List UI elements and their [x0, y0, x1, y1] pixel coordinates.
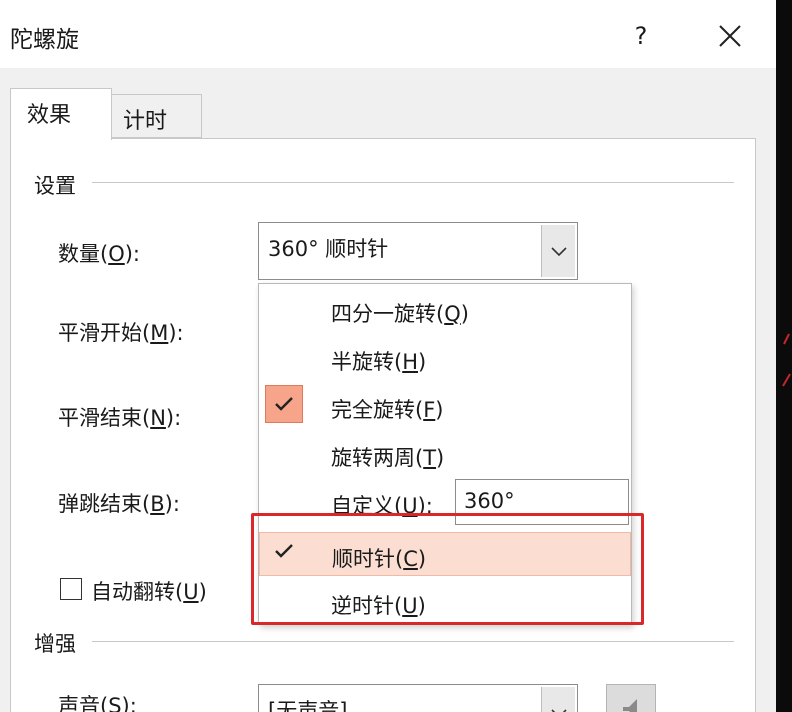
amount-label: 数量(O):	[58, 242, 141, 266]
close-icon	[719, 25, 741, 47]
annotation-highlight-box	[251, 513, 644, 625]
selected-check-box	[265, 385, 303, 423]
tab-effect[interactable]: 效果	[10, 88, 112, 140]
enhance-divider	[92, 641, 734, 642]
sound-dropdown-button[interactable]	[541, 687, 575, 712]
amount-value: 360° 顺时针	[268, 237, 389, 261]
smooth-start-label: 平滑开始(M):	[58, 321, 184, 345]
chevron-down-icon	[551, 247, 567, 257]
settings-divider	[92, 182, 734, 183]
close-button[interactable]	[708, 16, 752, 56]
auto-reverse-checkbox[interactable]	[60, 578, 82, 600]
sound-volume-button[interactable]	[606, 684, 656, 712]
bounce-end-label: 弹跳结束(B):	[58, 492, 180, 516]
smooth-end-label: 平滑结束(N):	[58, 406, 182, 430]
check-icon	[275, 397, 293, 411]
sound-label: 声音(S):	[58, 694, 137, 712]
sound-value: [无声音]	[268, 699, 348, 712]
help-button[interactable]: ?	[624, 16, 658, 56]
spin-dialog: 陀螺旋 ? 效果 计时 设置 数量(O): 360° 顺时针 平滑开始(M): …	[0, 0, 776, 712]
menu-item-half-spin[interactable]: 半旋转(H)	[259, 336, 631, 380]
settings-group-label: 设置	[34, 174, 76, 198]
menu-item-two-spins[interactable]: 旋转两周(T)	[259, 432, 631, 476]
menu-item-quarter-spin[interactable]: 四分一旋转(Q)	[259, 288, 631, 332]
speaker-icon	[623, 699, 637, 712]
dialog-title: 陀螺旋	[10, 27, 79, 53]
menu-item-full-spin[interactable]: 完全旋转(F)	[259, 384, 631, 428]
tab-timing[interactable]: 计时	[110, 94, 202, 138]
enhance-group-label: 增强	[34, 632, 76, 656]
amount-dropdown[interactable]: 360° 顺时针	[258, 222, 578, 280]
title-bar: 陀螺旋 ?	[0, 0, 776, 68]
sound-dropdown[interactable]: [无声音]	[258, 684, 578, 712]
amount-dropdown-button[interactable]	[541, 225, 575, 277]
red-annotation-marks	[782, 333, 791, 387]
auto-reverse-label[interactable]: 自动翻转(U)	[91, 576, 207, 606]
